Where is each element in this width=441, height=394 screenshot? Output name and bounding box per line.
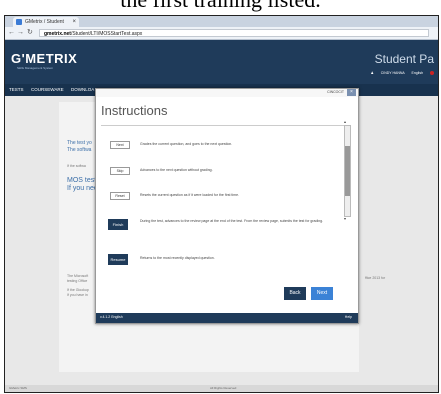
skip-legend-button: Skip xyxy=(110,167,130,175)
favicon-icon xyxy=(16,19,22,25)
dialog-scrollbar[interactable] xyxy=(344,125,351,217)
page-line-6: If the Glookup xyxy=(67,288,89,292)
mos-line-2: If you nee xyxy=(67,185,98,192)
skip-description: Advances to the next question without gr… xyxy=(140,168,213,172)
help-link[interactable]: Help xyxy=(345,315,352,319)
divider xyxy=(101,125,346,126)
nav-tests[interactable]: TESTS xyxy=(9,84,24,96)
tab-title: GMetrix / Student xyxy=(25,19,64,25)
version-label: v.4.1.2 English xyxy=(100,315,123,319)
page-line-4: The Microsoft xyxy=(67,274,89,278)
portal-title: Student Pa xyxy=(374,52,434,66)
scroll-down-icon[interactable]: ▾ xyxy=(344,216,346,221)
back-button[interactable]: Back xyxy=(284,287,306,300)
dialog-title: Instructions xyxy=(101,103,168,118)
page-right-note: ffice 2013 for xyxy=(365,276,386,280)
next-description: Grades the current question, and goes to… xyxy=(140,142,233,146)
url-field[interactable]: gmetrix.net/Student/LTI/MOSStartTest.asp… xyxy=(39,29,429,37)
language-select[interactable]: English xyxy=(412,71,423,75)
next-button[interactable]: Next xyxy=(311,287,333,300)
finish-description: During the test, advances to the review … xyxy=(140,219,324,223)
next-legend-button: Next xyxy=(110,141,130,149)
dialog-code: CINCOCIT xyxy=(327,90,344,94)
gmetrix-logo[interactable]: G'METRIX xyxy=(11,51,77,66)
url-path: /Student/LTI/MOSStartTest.aspx xyxy=(70,31,143,37)
instructions-dialog: CINCOCIT × Instructions Next Grades the … xyxy=(95,88,359,324)
resume-description: Returns to the most recently displayed q… xyxy=(140,256,215,260)
document-caption: the first training listed. xyxy=(0,0,441,14)
page-line-2: The softwa xyxy=(67,147,92,153)
back-arrow-icon[interactable]: ← xyxy=(8,28,15,38)
page-line-7: If you have in xyxy=(67,293,88,297)
resume-legend-button: Resume xyxy=(108,254,128,265)
page-line-3: If the softwa xyxy=(67,164,86,168)
site-header: G'METRIX Skills Management System Studen… xyxy=(5,40,438,84)
logo-subtitle: Skills Management System xyxy=(17,66,54,70)
flag-icon xyxy=(430,71,434,76)
forward-arrow-icon[interactable]: → xyxy=(17,28,24,38)
user-icon: ♟ xyxy=(370,71,374,75)
nav-courseware[interactable]: COURSEWARE xyxy=(31,84,64,96)
user-name[interactable]: CINDY HANNA xyxy=(381,71,405,75)
footer-center: All Rights Reserved xyxy=(210,386,237,390)
url-host: gmetrix.net xyxy=(44,31,71,37)
finish-legend-button: Finish xyxy=(108,219,128,230)
scroll-up-icon[interactable]: ▴ xyxy=(344,119,346,124)
footer-left: GMetrix SMS xyxy=(9,386,27,390)
user-bar: ♟ CINDY HANNA English xyxy=(365,71,434,76)
page-line-1: The test yo xyxy=(67,140,92,146)
reset-legend-button: Reset xyxy=(110,192,130,200)
close-tab-icon[interactable]: × xyxy=(72,17,76,27)
reset-description: Resets the current question as if it wer… xyxy=(140,193,240,197)
nav-downloads[interactable]: DOWNLOA xyxy=(71,84,94,96)
scrollbar-thumb[interactable] xyxy=(345,146,350,196)
dialog-status-bar: v.4.1.2 English Help xyxy=(96,313,358,323)
reload-icon[interactable]: ↻ xyxy=(27,28,33,38)
page-line-5: testing Office xyxy=(67,279,88,283)
browser-tab[interactable]: GMetrix / Student × xyxy=(13,17,79,27)
address-bar: ← → ↻ gmetrix.net/Student/LTI/MOSStartTe… xyxy=(5,27,438,40)
browser-tab-bar: GMetrix / Student × xyxy=(5,16,438,27)
mos-line-1: MOS test xyxy=(67,177,97,184)
dialog-topbar: CINCOCIT × xyxy=(96,89,358,97)
close-dialog-icon[interactable]: × xyxy=(347,89,356,96)
site-footer: GMetrix SMS All Rights Reserved xyxy=(5,385,438,392)
